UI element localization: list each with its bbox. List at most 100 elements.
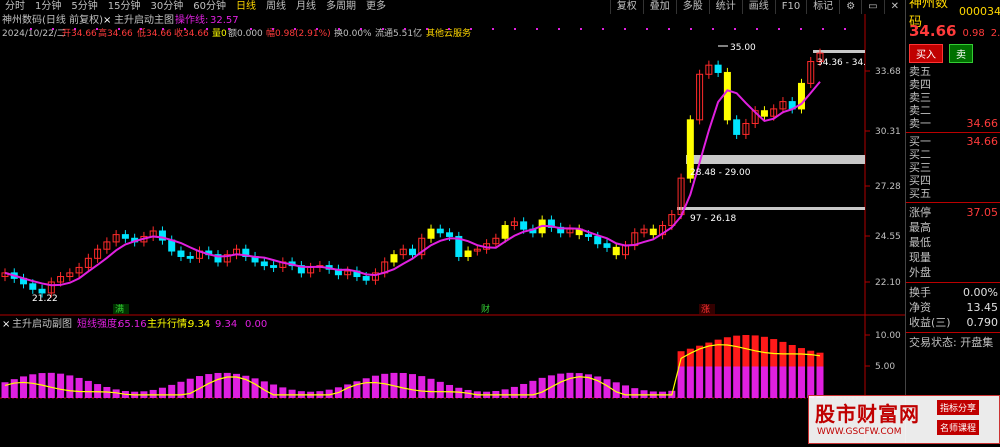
tab-5min[interactable]: 5分钟 [66,0,102,14]
sub-bar [427,378,435,398]
sub-bar [418,376,426,398]
close-icon[interactable]: ✕ [883,0,905,14]
candle-body[interactable] [612,246,620,256]
candle-body[interactable] [760,110,768,117]
bar-low: 低34.66 [137,27,172,39]
tab-1min[interactable]: 1分钟 [30,0,66,14]
strength-label: 短线强度: [77,317,120,330]
candle-body[interactable] [270,265,278,268]
f10-button[interactable]: F10 [774,0,806,14]
buy-button[interactable]: 买入 [909,44,943,63]
period-tabs: 分时 1分钟 5分钟 15分钟 30分钟 60分钟 日线 周线 月线 多周期 更… [0,0,391,14]
net-asset-value: 13.45 [966,301,999,314]
candle-body[interactable] [714,64,722,73]
candle-body[interactable] [186,255,194,259]
candle-body[interactable] [38,288,46,294]
sub-bar [760,366,768,398]
tab-15min[interactable]: 15分钟 [103,0,146,14]
multi-stock-button[interactable]: 多股 [675,0,709,14]
rise-value: 9.34 [188,319,210,330]
restore-right-button[interactable]: 复权 [609,0,643,14]
turnover-value: 0.00% [963,286,998,299]
indicator-close-icon[interactable]: × [103,15,111,26]
candle-body[interactable] [464,250,472,257]
outer-label: 外盘 [909,266,931,279]
candle-body[interactable] [603,243,611,248]
candle-body[interactable] [733,119,741,135]
signal-dot [668,28,670,30]
candle-body[interactable] [446,232,454,237]
sell-orders: 卖五 卖四 卖三 卖二 卖一 34.66 [906,65,1000,130]
buy-orders: 买一 34.66 买二 买三 买四 买五 [906,135,1000,200]
tab-60min[interactable]: 60分钟 [188,0,231,14]
sell-3-label: 卖三 [909,91,931,104]
bar-date: 2024/10/22/二 [2,29,66,39]
overlay-button[interactable]: 叠加 [642,0,676,14]
y-label-4: 24.55 [875,232,901,242]
sub-close-icon[interactable]: × [2,319,10,330]
sub-bar [816,366,824,398]
candle-body[interactable] [409,248,416,256]
candle-body[interactable] [436,228,444,234]
sub-bar-red [788,345,796,367]
limit-up-row: 涨停 37.05 [906,205,1000,220]
low-annotation: 21.22 [32,294,58,304]
signal-dot [74,28,76,30]
trade-status: 交易状态: 开盘集 [909,336,994,349]
sub-bar [29,374,37,398]
candle-body[interactable] [584,234,592,237]
sell-button[interactable]: 卖 [949,44,973,63]
settings-icon[interactable]: ⚙ [839,0,861,14]
candle-body[interactable] [649,228,657,236]
candle-body[interactable] [520,221,528,230]
candle-body[interactable] [29,283,37,290]
candle-body[interactable] [260,261,268,267]
candle-body[interactable] [723,71,731,121]
candle-body[interactable] [390,254,398,263]
signal-dot [250,28,252,30]
tab-30min[interactable]: 30分钟 [145,0,188,14]
sell-2-row: 卖二 [906,104,1000,117]
sub-bar [631,388,639,398]
candle-body[interactable] [121,234,129,239]
candle-body[interactable] [594,235,602,245]
tool-buttons: 复权 叠加 多股 统计 画线 F10 标记 ⚙ ▭ ✕ [609,0,905,14]
sub-bar [57,373,65,398]
kline-svg[interactable]: 神州数码(日线 前复权) × 主升启动主图 操作线: 32.57 2024/10… [0,13,905,444]
sub-bar-red [807,350,815,367]
candle-body[interactable] [177,250,185,257]
candle-body[interactable] [427,228,435,239]
marker-2: 财 [481,303,490,315]
candle-body[interactable] [501,225,509,239]
low-label: 最低 [909,236,931,249]
sub-bar-red [797,348,805,367]
net-asset-label: 净资 [909,301,931,314]
minimize-icon[interactable]: ▭ [861,0,883,14]
sub-bar [557,373,565,398]
sub-bar [75,377,83,398]
signal-dot [492,28,494,30]
signal-dot [734,28,736,30]
tab-daily[interactable]: 日线 [231,0,261,14]
signal-dot [646,28,648,30]
draw-line-button[interactable]: 画线 [741,0,775,14]
statistics-button[interactable]: 统计 [708,0,742,14]
kline-chart-area[interactable]: 神州数码(日线 前复权) × 主升启动主图 操作线: 32.57 2024/10… [0,13,905,444]
signal-dot [360,28,362,30]
sub-bar [66,375,74,398]
tab-multi-period[interactable]: 多周期 [321,0,361,14]
candle-body[interactable] [362,276,370,281]
signal-dot [558,28,560,30]
low-row: 最低 [906,235,1000,250]
eps-row: 收益(三) 0.790 [906,315,1000,330]
tab-fenshi[interactable]: 分时 [0,0,30,14]
sub-bar [788,366,796,398]
tab-weekly[interactable]: 周线 [261,0,291,14]
mark-button[interactable]: 标记 [806,0,839,14]
sub-bar-red [686,348,694,367]
sub-bar [94,384,102,398]
tab-monthly[interactable]: 月线 [291,0,321,14]
strength-value: 65.16 [118,319,147,330]
tab-more[interactable]: 更多 [361,0,391,14]
marker-3: 涨 [701,304,710,315]
